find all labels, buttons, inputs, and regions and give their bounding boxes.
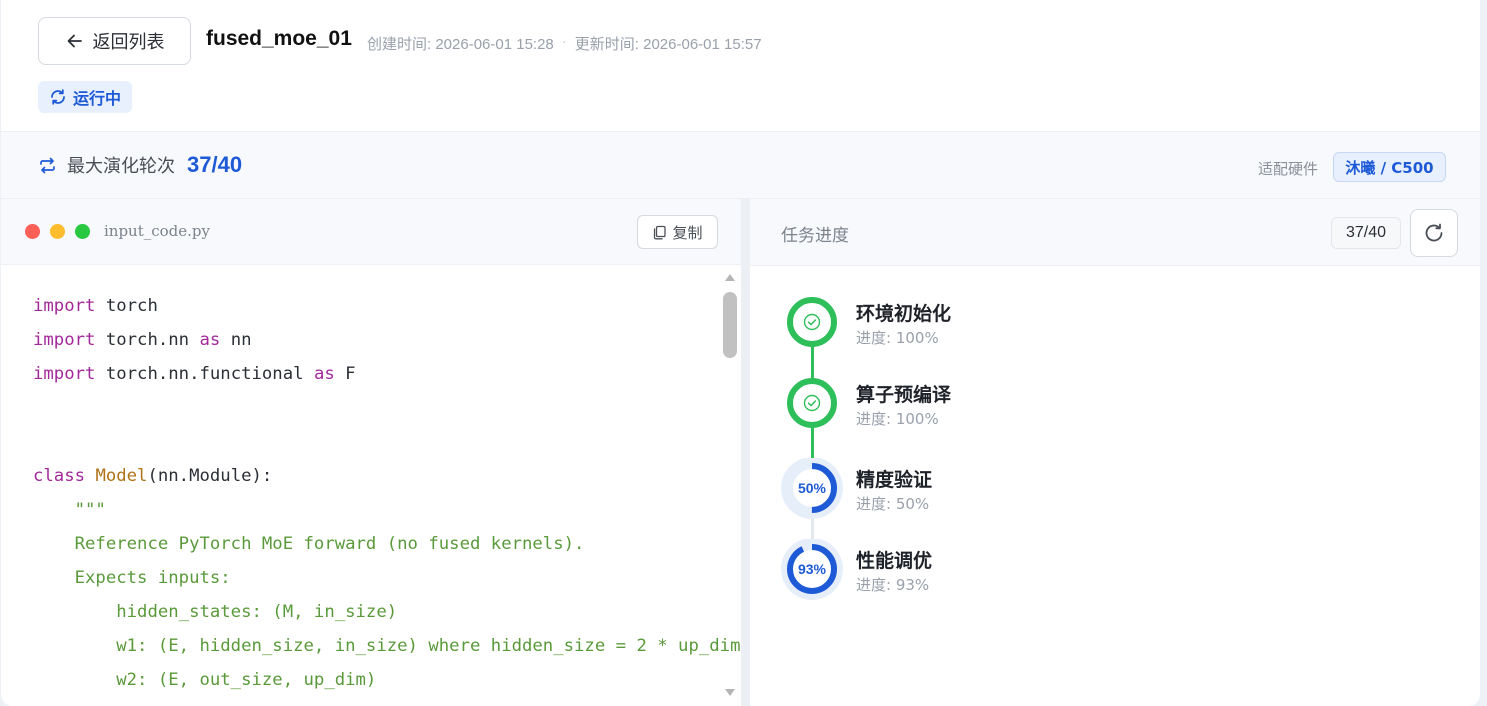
step-progress-ring: 50% <box>781 458 843 519</box>
task-step: 93% 性能调优进度: 93% <box>750 539 1250 609</box>
page-title: fused_moe_01 <box>206 27 352 50</box>
copy-label: 复制 <box>672 223 703 242</box>
code-line: import torch.nn.functional as F <box>33 357 741 391</box>
status-badge: 运行中 <box>38 81 133 113</box>
step-percent-label: 93% <box>798 561 827 577</box>
code-viewer[interactable]: import torch import torch.nn as nn import … <box>1 265 741 706</box>
step-progress-text: 进度: 100% <box>856 329 939 347</box>
step-progress-text: 进度: 50% <box>856 495 930 513</box>
code-line: Reference PyTorch MoE forward (no fused … <box>33 527 741 561</box>
arrow-left-icon <box>67 34 82 48</box>
yellow-dot <box>50 224 65 239</box>
code-line: hidden_states: (M, in_size) <box>33 595 741 629</box>
code-line: w2: (E, out_size, up_dim) <box>33 663 741 697</box>
code-token: hidden_states: (M, in_size) <box>33 602 398 622</box>
code-token: F <box>334 364 356 384</box>
step-progress-text: 进度: 93% <box>856 576 930 594</box>
code-token: torch.nn <box>95 330 200 350</box>
code-token: import <box>33 330 96 350</box>
code-line: import torch.nn as nn <box>33 323 741 357</box>
scrollbar-thumb[interactable] <box>723 292 737 358</box>
updated-time: 更新时间: 2026-06-01 15:57 <box>574 36 762 53</box>
timestamps: 创建时间: 2026-06-01 15:28 · 更新时间: 2026-06-0… <box>367 33 762 54</box>
refresh-button[interactable] <box>1410 209 1458 257</box>
task-header: 任务进度 37/40 <box>750 199 1480 266</box>
repeat-icon <box>40 157 55 173</box>
code-line: w1: (E, hidden_size, in_size) where hidd… <box>33 629 741 663</box>
code-token: w1: (E, hidden_size, in_size) where hidd… <box>33 636 741 656</box>
code-token: import <box>33 364 96 384</box>
code-header: input_code.py 复制 <box>1 199 741 265</box>
code-token: """ <box>33 500 106 520</box>
code-token: as <box>313 364 335 384</box>
code-token: class <box>33 466 86 486</box>
code-panel: input_code.py 复制 import torch import torc… <box>1 199 741 706</box>
code-token: Model <box>95 466 148 486</box>
code-token: import <box>33 296 96 316</box>
sync-icon <box>51 89 65 105</box>
task-step: 算子预编译进度: 100% <box>750 377 1250 447</box>
evolution-value: 37/40 <box>187 152 243 177</box>
red-dot <box>25 224 40 239</box>
hardware-badge: 沐曦 / C500 <box>1333 152 1446 182</box>
step-complete-icon <box>787 297 837 347</box>
step-progress-text: 进度: 100% <box>856 410 939 428</box>
step-progress-ring: 93% <box>781 539 843 600</box>
code-line: import torch <box>33 289 741 323</box>
meta-separator: · <box>561 33 567 50</box>
code-token: Reference PyTorch MoE forward (no fused … <box>33 534 585 554</box>
step-complete-icon <box>787 378 837 428</box>
code-token: as <box>199 330 221 350</box>
code-token: torch <box>95 296 158 316</box>
evolution-bar: 最大演化轮次 37/40 适配硬件 沐曦 / C500 <box>1 131 1480 199</box>
panel-divider[interactable] <box>741 199 750 706</box>
evolution-label: 最大演化轮次 <box>67 156 175 177</box>
page-header: 返回列表 fused_moe_01 创建时间: 2026-06-01 15:28… <box>1 0 1480 131</box>
task-count-badge: 37/40 <box>1331 217 1401 249</box>
task-step: 50% 精度验证进度: 50% <box>750 458 1250 528</box>
task-detail-card: 返回列表 fused_moe_01 创建时间: 2026-06-01 15:28… <box>1 0 1480 706</box>
step-percent-label: 50% <box>798 480 827 496</box>
code-filename: input_code.py <box>104 222 211 240</box>
hardware-label: 适配硬件 <box>1258 160 1319 178</box>
code-token: (nn.Module): <box>147 466 273 486</box>
green-dot <box>75 224 90 239</box>
task-step: 环境初始化进度: 100% <box>750 296 1250 366</box>
code-line: Expects inputs: <box>33 561 741 595</box>
code-token: torch.nn.functional <box>95 364 314 384</box>
created-time: 创建时间: 2026-06-01 15:28 <box>367 36 554 53</box>
code-token: w2: (E, out_size, up_dim) <box>33 670 377 690</box>
step-name: 精度验证 <box>856 469 933 491</box>
back-to-list-button[interactable]: 返回列表 <box>38 17 191 65</box>
max-evolution-rounds: 最大演化轮次 37/40 <box>38 152 242 178</box>
code-token: Expects inputs: <box>33 568 231 588</box>
window-dots <box>25 224 90 239</box>
status-text: 运行中 <box>73 89 122 108</box>
code-token: nn <box>220 330 252 350</box>
scroll-up-arrow[interactable] <box>725 274 735 281</box>
task-progress-title: 任务进度 <box>781 226 849 246</box>
back-label: 返回列表 <box>92 32 165 53</box>
task-progress-panel: 任务进度 37/40 环境初始化 进度: 100% 算子预编译 进度: 100% 50%… <box>750 199 1480 706</box>
refresh-icon <box>1425 223 1443 242</box>
copy-button[interactable]: 复制 <box>637 215 718 249</box>
code-line: class Model(nn.Module): <box>33 459 741 493</box>
copy-icon <box>654 225 667 239</box>
step-name: 性能调优 <box>856 550 933 572</box>
code-line: """ <box>33 493 741 527</box>
scroll-down-arrow[interactable] <box>725 689 735 696</box>
step-name: 算子预编译 <box>856 384 952 406</box>
code-lines: import torch import torch.nn as nn import … <box>33 289 741 697</box>
step-name: 环境初始化 <box>856 303 952 325</box>
